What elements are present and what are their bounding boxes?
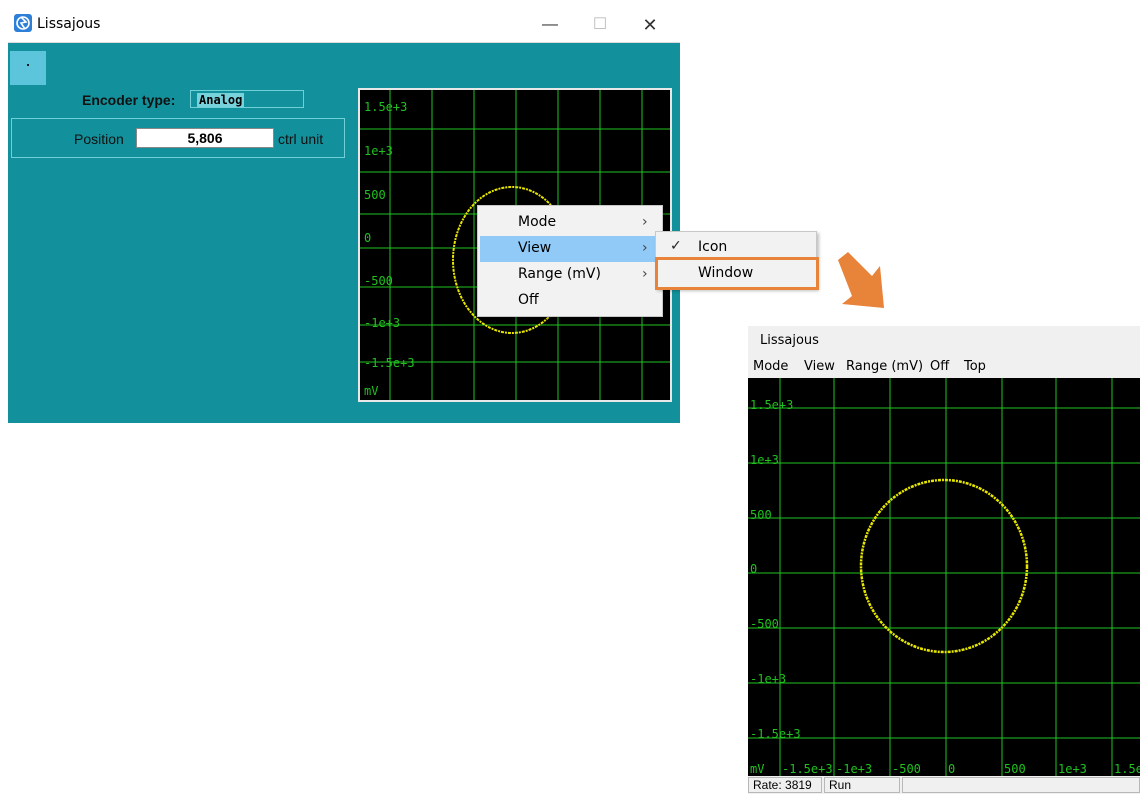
scope-x-label: -1.5e+3 <box>782 762 833 776</box>
scope-x-label: 1.5e <box>1114 762 1140 776</box>
menubar-item-view[interactable]: View <box>804 359 835 374</box>
menu-item-range[interactable]: Range (mV) › <box>480 262 660 288</box>
menu-item-mode[interactable]: Mode › <box>480 210 660 236</box>
arrow-down-right-icon <box>838 252 884 308</box>
scope-y-label: 1e+3 <box>364 144 393 158</box>
encoder-type-text: Analog <box>197 93 245 107</box>
scope-y-label: -1.5e+3 <box>750 727 801 741</box>
minimize-button[interactable]: — <box>530 12 570 38</box>
position-unit: ctrl unit <box>278 131 324 147</box>
scope-x-label: 500 <box>1004 762 1026 776</box>
window-callout-box <box>655 257 819 290</box>
menu-item-label: Off <box>518 292 539 308</box>
menu-item-label: Mode <box>518 214 557 230</box>
scope-y-label: -1e+3 <box>750 672 787 686</box>
scope-y-label: -500 <box>364 274 393 288</box>
scope-x-label: 0 <box>948 762 956 776</box>
status-rate: Rate: 3819 <box>748 777 822 793</box>
menu-item-label: Range (mV) <box>518 266 601 282</box>
encoder-type-value: Analog <box>190 90 304 108</box>
scope-y-label: 0 <box>750 562 758 576</box>
chevron-right-icon: › <box>642 266 648 282</box>
submenu-item-label: Icon <box>698 239 728 255</box>
menubar-item-mode[interactable]: Mode <box>753 359 788 374</box>
status-run-state: Run <box>824 777 900 793</box>
maximize-button[interactable]: ☐ <box>580 12 620 38</box>
scope-y-label: 1e+3 <box>750 453 779 467</box>
scope-y-label: -1.5e+3 <box>364 356 415 370</box>
chevron-right-icon: › <box>642 240 648 256</box>
scope-y-label: 1.5e+3 <box>750 398 794 412</box>
encoder-type-label: Encoder type: <box>82 92 176 108</box>
checkmark-icon: ✓ <box>670 238 682 254</box>
scope-y-label: -500 <box>750 617 779 631</box>
window-title: Lissajous <box>760 333 819 348</box>
status-empty-cell <box>902 777 1140 793</box>
lissajous-large-window: Lissajous Mode View Range (mV) Off Top 1… <box>748 326 1140 794</box>
menubar-item-off[interactable]: Off <box>930 359 949 374</box>
menubar-item-top[interactable]: Top <box>964 359 986 374</box>
scope-unit-label: mV <box>364 384 379 398</box>
scope-unit-label: mV <box>750 762 765 776</box>
window-title: Lissajous <box>37 16 101 32</box>
menu-item-off[interactable]: Off <box>480 288 660 314</box>
chevron-right-icon: › <box>642 214 648 230</box>
position-label: Position <box>74 131 124 147</box>
scope-x-label: 1e+3 <box>1058 762 1087 776</box>
scope-x-label: -1e+3 <box>836 762 873 776</box>
title-bar[interactable]: Lissajous — ☐ ✕ <box>8 6 680 43</box>
scope-y-label: 500 <box>750 508 772 522</box>
scope-y-label: 500 <box>364 188 386 202</box>
position-field[interactable]: 5,806 <box>136 128 274 148</box>
lissajous-scope-large[interactable]: 1.5e+3 1e+3 500 0 -500 -1e+3 -1.5e+3 mV … <box>748 378 1140 776</box>
status-bar: Rate: 3819 Run <box>748 776 1140 794</box>
menubar-item-range[interactable]: Range (mV) <box>846 359 923 374</box>
scope-y-label: -1e+3 <box>364 316 401 330</box>
close-button[interactable]: ✕ <box>630 12 670 38</box>
scope-x-label: -500 <box>892 762 921 776</box>
scope-large-plot <box>748 378 1140 776</box>
dot-button[interactable]: · <box>10 51 46 85</box>
menu-item-view[interactable]: View › <box>480 236 660 262</box>
position-group: Position 5,806 ctrl unit <box>11 118 345 158</box>
context-menu: Mode › View › Range (mV) › Off <box>477 205 663 317</box>
scope-y-label: 0 <box>364 231 372 245</box>
menu-item-label: View <box>518 240 552 256</box>
menu-bar: Mode View Range (mV) Off Top <box>748 354 1140 376</box>
app-icon <box>14 14 32 32</box>
scope-y-label: 1.5e+3 <box>364 100 408 114</box>
